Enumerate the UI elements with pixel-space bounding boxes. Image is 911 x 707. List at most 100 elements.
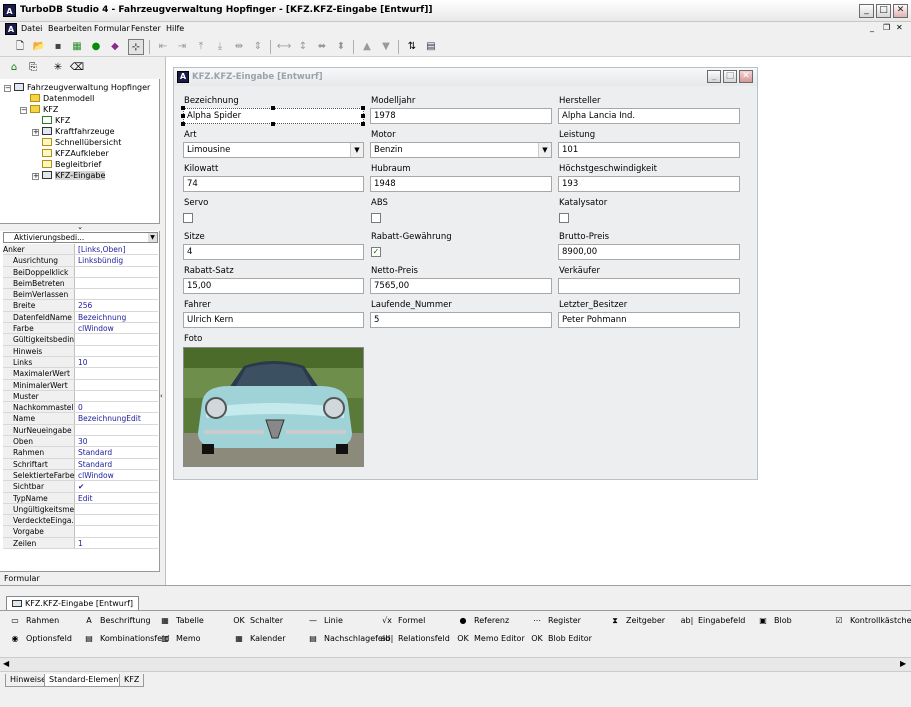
new-icon[interactable]: 🗋 [12, 39, 28, 55]
align-left-icon[interactable]: ⇤ [155, 39, 171, 55]
form-close-button[interactable]: ✕ [739, 70, 753, 83]
property-row[interactable]: DatenfeldName Bezeichnung [3, 311, 158, 324]
center-horizontal-icon[interactable]: ⇹ [231, 39, 247, 55]
menu-bearbeiten[interactable]: Bearbeiten [48, 24, 92, 33]
menu-fenster[interactable]: Fenster [131, 24, 161, 33]
property-value[interactable]: [Links,Oben] [75, 244, 126, 254]
properties-icon[interactable]: ▤ [423, 39, 439, 55]
hersteller-input[interactable]: Alpha Lancia Ind. [558, 108, 740, 124]
property-value[interactable]: Linksbündig [75, 255, 123, 265]
property-row[interactable]: Vorgabe [3, 526, 158, 538]
tree-item-kraftfahrzeuge[interactable]: + Kraftfahrzeuge [4, 126, 150, 137]
palette-item-formula[interactable]: √x Formel [380, 615, 425, 626]
doc-icon[interactable]: A [5, 23, 17, 35]
center-vertical-icon[interactable]: ⇕ [250, 39, 266, 55]
selection-handle[interactable] [181, 106, 185, 110]
property-row[interactable]: Sichtbar ✔ [3, 481, 158, 493]
property-value[interactable]: ✔ [75, 481, 84, 491]
property-value[interactable]: 0 [75, 402, 83, 412]
property-row[interactable]: NurNeueingabe [3, 424, 158, 437]
property-row[interactable]: Oben 30 [3, 436, 158, 448]
property-value[interactable]: 10 [75, 357, 88, 367]
palette-item-lookup[interactable]: ▤ Nachschlagefeld [306, 633, 390, 644]
property-row[interactable]: Ungültigkeitsmel... [3, 503, 158, 516]
verkaeufer-input[interactable] [558, 278, 740, 294]
property-value[interactable] [75, 368, 78, 378]
property-row[interactable]: Gültigkeitsbedin... [3, 334, 158, 346]
property-row[interactable]: Anker [Links,Oben] [3, 244, 158, 256]
space-horizontal-icon[interactable]: ⟷ [276, 39, 292, 55]
form-minimize-button[interactable]: _ [707, 70, 721, 83]
property-value[interactable]: 1 [75, 538, 83, 548]
property-value[interactable]: Standard [75, 459, 112, 469]
tree-item-begleitbrief[interactable]: Begleitbrief [4, 159, 150, 170]
property-row[interactable]: Rahmen Standard [3, 447, 158, 459]
tree-delete-icon[interactable]: ⌫ [69, 60, 85, 76]
letzter-besitzer-input[interactable]: Peter Pohmann [558, 312, 740, 328]
palette-item-reference[interactable]: ● Referenz [456, 615, 510, 626]
servo-checkbox[interactable] [183, 213, 193, 223]
katalysator-checkbox[interactable] [559, 213, 569, 223]
rabatt-satz-input[interactable]: 15,00 [183, 278, 364, 294]
tree-item-kfz-eingabe[interactable]: + KFZ-Eingabe [4, 170, 150, 181]
property-value[interactable] [75, 526, 78, 536]
selection-handle[interactable] [361, 106, 365, 110]
property-value[interactable] [75, 346, 78, 356]
property-selector[interactable]: Aktivierungsbedi... ▼ [3, 232, 158, 243]
motor-select[interactable]: Benzin ▼ [370, 142, 552, 158]
tree-item-kfzaufkleber[interactable]: KFZAufkleber [4, 148, 150, 159]
property-value[interactable]: Bezeichnung [75, 312, 126, 322]
property-row[interactable]: TypName Edit [3, 492, 158, 504]
property-value[interactable]: Standard [75, 447, 112, 457]
tree-item-schnelluebersicht[interactable]: Schnellübersicht [4, 137, 150, 148]
modelljahr-input[interactable]: 1978 [370, 108, 552, 124]
palette-item-radio[interactable]: ◉ Optionsfeld [8, 633, 72, 644]
property-row[interactable]: Zeilen 1 [3, 537, 158, 550]
rabatt-gewaehrung-checkbox[interactable]: ✓ [371, 247, 381, 257]
select-tool-icon[interactable]: ⊹ [128, 39, 144, 55]
art-select[interactable]: Limousine ▼ [183, 142, 364, 158]
palette-item-frame[interactable]: ▭ Rahmen [8, 615, 59, 626]
property-value[interactable] [75, 391, 78, 401]
property-row[interactable]: BeimVerlassen [3, 289, 158, 301]
tab-order-icon[interactable]: ⇅ [404, 39, 420, 55]
form-maximize-button[interactable]: □ [723, 70, 737, 83]
brutto-preis-input[interactable]: 8900,00 [558, 244, 740, 260]
abs-checkbox[interactable] [371, 213, 381, 223]
property-value[interactable]: Edit [75, 493, 93, 503]
kilowatt-input[interactable]: 74 [183, 176, 364, 192]
menu-formular[interactable]: Formular [94, 24, 130, 33]
palette-item-timer[interactable]: ⧗ Zeitgeber [608, 615, 665, 626]
palette-item-relation[interactable]: ab| Relationsfeld [380, 633, 450, 644]
bring-front-icon[interactable]: ▲ [359, 39, 375, 55]
align-bottom-icon[interactable]: ⤓ [212, 39, 228, 55]
property-row[interactable]: MaximalerWert [3, 368, 158, 380]
horizontal-scrollbar[interactable]: ▶ ◀ [0, 657, 911, 672]
property-value[interactable] [75, 278, 78, 288]
same-width-icon[interactable]: ⬌ [314, 39, 330, 55]
space-vertical-icon[interactable]: ↕ [295, 39, 311, 55]
tree-item-kfz-table[interactable]: KFZ [4, 115, 150, 126]
same-height-icon[interactable]: ⬍ [333, 39, 349, 55]
selection-handle[interactable] [271, 122, 275, 126]
tree-home-icon[interactable]: ⌂ [6, 60, 22, 76]
maximize-button[interactable]: □ [876, 4, 891, 18]
dropdown-arrow-icon[interactable]: ▼ [350, 143, 363, 157]
sitze-input[interactable]: 4 [183, 244, 364, 260]
property-value[interactable] [75, 380, 78, 390]
palette-item-memo[interactable]: ▥ Memo [158, 633, 200, 644]
netto-preis-input[interactable]: 7565,00 [370, 278, 552, 294]
property-row[interactable]: MinimalerWert [3, 379, 158, 391]
palette-item-edit[interactable]: ab| Eingabefeld [680, 615, 746, 626]
mdi-close-icon[interactable]: ✕ [896, 23, 903, 32]
hubraum-input[interactable]: 1948 [370, 176, 552, 192]
property-value[interactable] [75, 334, 78, 344]
tree-item-kfz-folder[interactable]: − KFZ [4, 104, 150, 115]
tree-item-datenmodell[interactable]: Datenmodell [4, 93, 150, 104]
scroll-right-icon[interactable]: ▶ [900, 659, 906, 668]
palette-item-checkbox[interactable]: ☑ Kontrollkästchen [832, 615, 911, 626]
save-all-icon[interactable]: ▦ [69, 39, 85, 55]
property-row[interactable]: Schriftart Standard [3, 458, 158, 470]
property-row[interactable]: Nachkommastell...0 [3, 402, 158, 414]
fahrer-input[interactable]: Ulrich Kern [183, 312, 364, 328]
